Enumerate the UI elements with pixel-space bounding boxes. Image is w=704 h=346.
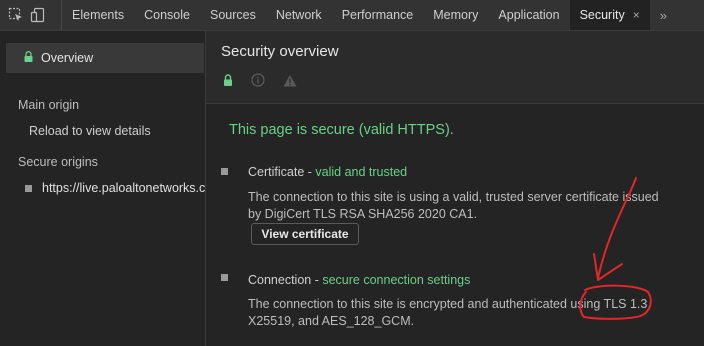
certificate-description: The connection to this site is using a v… (248, 190, 659, 221)
device-toolbar-icon[interactable] (30, 7, 46, 23)
more-tabs-icon[interactable]: » (650, 0, 677, 30)
secure-origins-heading: Secure origins (18, 155, 98, 169)
connection-title: Connection - secure connection settings (248, 273, 470, 287)
security-sidebar: Overview Main origin Reload to view deta… (0, 31, 206, 346)
origin-status-square (25, 184, 32, 192)
security-main-panel: Security overview This page is secure (v… (206, 31, 704, 346)
sidebar-item-label: Overview (41, 51, 94, 65)
close-tab-icon[interactable]: × (633, 8, 640, 22)
warning-icon (283, 74, 297, 90)
view-certificate-button[interactable]: View certificate (251, 223, 359, 245)
tab-security[interactable]: Security × (569, 0, 650, 30)
info-icon (251, 73, 265, 90)
tool-icons (0, 0, 62, 30)
connection-bullet (221, 274, 228, 281)
tab-network[interactable]: Network (266, 0, 332, 30)
tab-performance[interactable]: Performance (332, 0, 424, 30)
tab-label: Application (498, 8, 560, 22)
lock-icon (223, 74, 233, 89)
origin-url: https://live.paloaltonetworks.com (42, 181, 205, 195)
certificate-title: Certificate - valid and trusted (248, 165, 407, 179)
certificate-label: Certificate - (248, 165, 316, 179)
tab-label: Elements (72, 8, 125, 22)
main-origin-heading: Main origin (18, 98, 80, 112)
tab-elements[interactable]: Elements (62, 0, 134, 30)
tab-console[interactable]: Console (134, 0, 200, 30)
tab-label: Sources (209, 8, 256, 22)
tab-label: Security (579, 8, 625, 22)
tab-memory[interactable]: Memory (423, 0, 488, 30)
tab-label: Network (275, 8, 322, 22)
tab-label: Memory (433, 8, 479, 22)
tab-application[interactable]: Application (488, 0, 569, 30)
connection-status: secure connection settings (322, 273, 471, 287)
connection-description: The connection to this site is encrypted… (248, 297, 651, 328)
connection-label: Connection - (248, 273, 323, 287)
secure-status-message: This page is secure (valid HTTPS). (229, 122, 454, 138)
status-icon-row (223, 73, 297, 90)
security-header: Security overview (206, 31, 704, 104)
tab-label: Performance (341, 8, 414, 22)
devtools-tabbar: Elements Console Sources Network Perform… (0, 0, 704, 31)
tab-label: Console (144, 8, 190, 22)
certificate-bullet (221, 168, 228, 175)
sidebar-item-reload[interactable]: Reload to view details (29, 124, 151, 138)
sidebar-item-origin[interactable]: https://live.paloaltonetworks.com (25, 181, 205, 195)
sidebar-item-overview[interactable]: Overview (6, 43, 204, 73)
page-title: Security overview (221, 43, 339, 60)
tab-sources[interactable]: Sources (200, 0, 266, 30)
certificate-status: valid and trusted (315, 165, 408, 179)
inspect-element-icon[interactable] (8, 7, 24, 23)
lock-icon (24, 51, 33, 65)
